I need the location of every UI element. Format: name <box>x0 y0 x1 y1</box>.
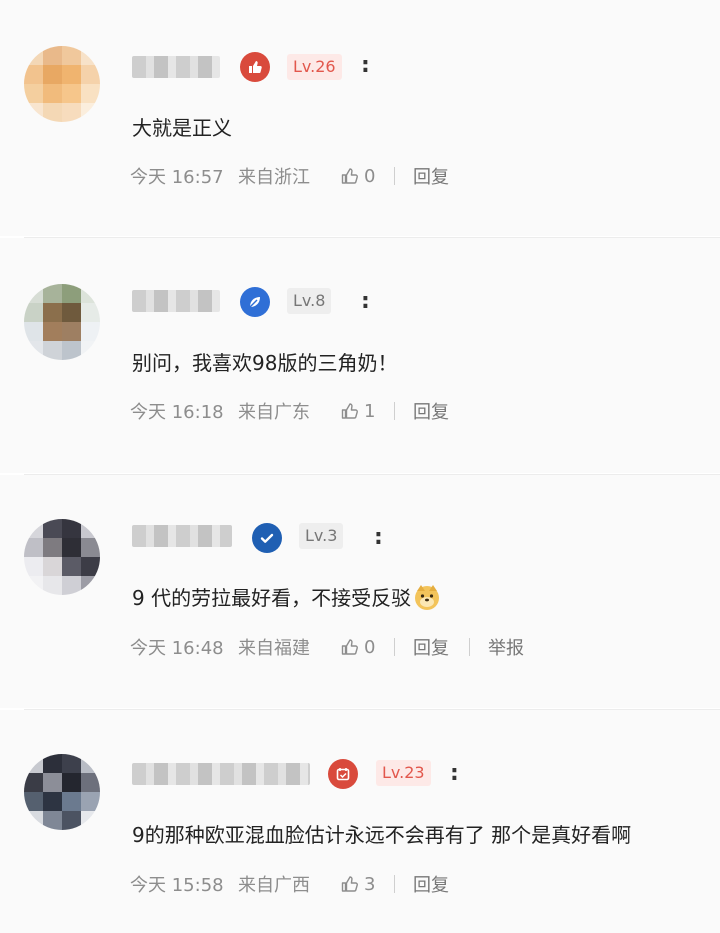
location: 来自浙江 <box>238 167 310 188</box>
more-options-icon[interactable]: : <box>361 55 370 77</box>
reply-button[interactable]: 回复 <box>413 634 449 660</box>
divider <box>394 167 395 185</box>
level-badge: Lv.8 <box>287 288 332 314</box>
thumbs-up-icon <box>341 639 358 655</box>
like-button[interactable]: 1 <box>340 401 390 422</box>
more-options-icon[interactable]: : <box>374 527 383 549</box>
leaf-badge-icon <box>240 287 270 317</box>
more-options-icon[interactable]: : <box>361 291 370 313</box>
comment-meta: 今天 16:18 来自广东 1 回复 <box>130 398 449 424</box>
like-button[interactable]: 0 <box>340 166 390 187</box>
level-badge: Lv.23 <box>376 760 431 786</box>
timestamp: 今天 16:48 <box>130 638 224 659</box>
more-options-icon[interactable]: : <box>450 763 459 785</box>
comment-list: Lv.26 : 大就是正义 今天 16:57 来自浙江 0 回复 Lv.8: … <box>0 0 720 933</box>
thumbs-up-badge-icon <box>240 52 270 82</box>
like-count: 1 <box>364 400 376 422</box>
avatar[interactable] <box>24 46 100 122</box>
comment-item: Lv.23 : 9的那种欧亚混血脸估计永远不会再有了 那个是真好看啊 今天 15… <box>0 710 720 933</box>
reply-button[interactable]: 回复 <box>413 163 449 189</box>
location: 来自广西 <box>238 875 310 896</box>
like-count: 0 <box>364 165 376 187</box>
comment-item: Lv.26 : 大就是正义 今天 16:57 来自浙江 0 回复 <box>0 0 720 236</box>
like-button[interactable]: 0 <box>340 637 390 658</box>
avatar[interactable] <box>24 754 100 830</box>
divider <box>394 638 395 656</box>
divider <box>394 402 395 420</box>
thumbs-up-icon <box>341 403 358 419</box>
timestamp: 今天 16:18 <box>130 402 224 423</box>
report-button[interactable]: 举报 <box>488 634 524 660</box>
location: 来自福建 <box>238 638 310 659</box>
level-badge: Lv.26 <box>287 54 342 80</box>
doge-emoji-icon <box>415 585 440 610</box>
comment-text: 9的那种欧亚混血脸估计永远不会再有了 那个是真好看啊 <box>132 823 632 847</box>
divider <box>394 875 395 893</box>
reply-button[interactable]: 回复 <box>413 398 449 424</box>
like-button[interactable]: 3 <box>340 874 390 895</box>
checkmark-badge-icon <box>252 523 282 553</box>
comment-text: 别问，我喜欢98版的三角奶！ <box>132 351 398 375</box>
comment-meta: 今天 16:48 来自福建 0 回复 举报 <box>130 634 524 660</box>
username[interactable] <box>132 290 220 312</box>
comment-text: 大就是正义 <box>132 116 232 140</box>
timestamp: 今天 16:57 <box>130 167 224 188</box>
avatar[interactable] <box>24 284 100 360</box>
comment-meta: 今天 16:57 来自浙江 0 回复 <box>130 163 449 189</box>
comment-item: Lv.3 : 9 代的劳拉最好看，不接受反驳 今天 16:48 来自福建 0 回… <box>0 475 720 708</box>
avatar[interactable] <box>24 519 100 595</box>
timestamp: 今天 15:58 <box>130 875 224 896</box>
comment-meta: 今天 15:58 来自广西 3 回复 <box>130 871 449 897</box>
thumbs-up-icon <box>341 876 358 892</box>
reply-button[interactable]: 回复 <box>413 871 449 897</box>
like-count: 0 <box>364 636 376 658</box>
comment-text: 9 代的劳拉最好看，不接受反驳 <box>132 582 441 611</box>
username[interactable] <box>132 525 232 547</box>
level-badge: Lv.3 <box>299 523 344 549</box>
comment-item: Lv.8 : 别问，我喜欢98版的三角奶！ 今天 16:18 来自广东 1 回复 <box>0 238 720 473</box>
username[interactable] <box>132 763 310 785</box>
thumbs-up-icon <box>341 168 358 184</box>
like-count: 3 <box>364 873 376 895</box>
location: 来自广东 <box>238 402 310 423</box>
divider <box>469 638 470 656</box>
calendar-badge-icon <box>328 759 358 789</box>
username[interactable] <box>132 56 220 78</box>
